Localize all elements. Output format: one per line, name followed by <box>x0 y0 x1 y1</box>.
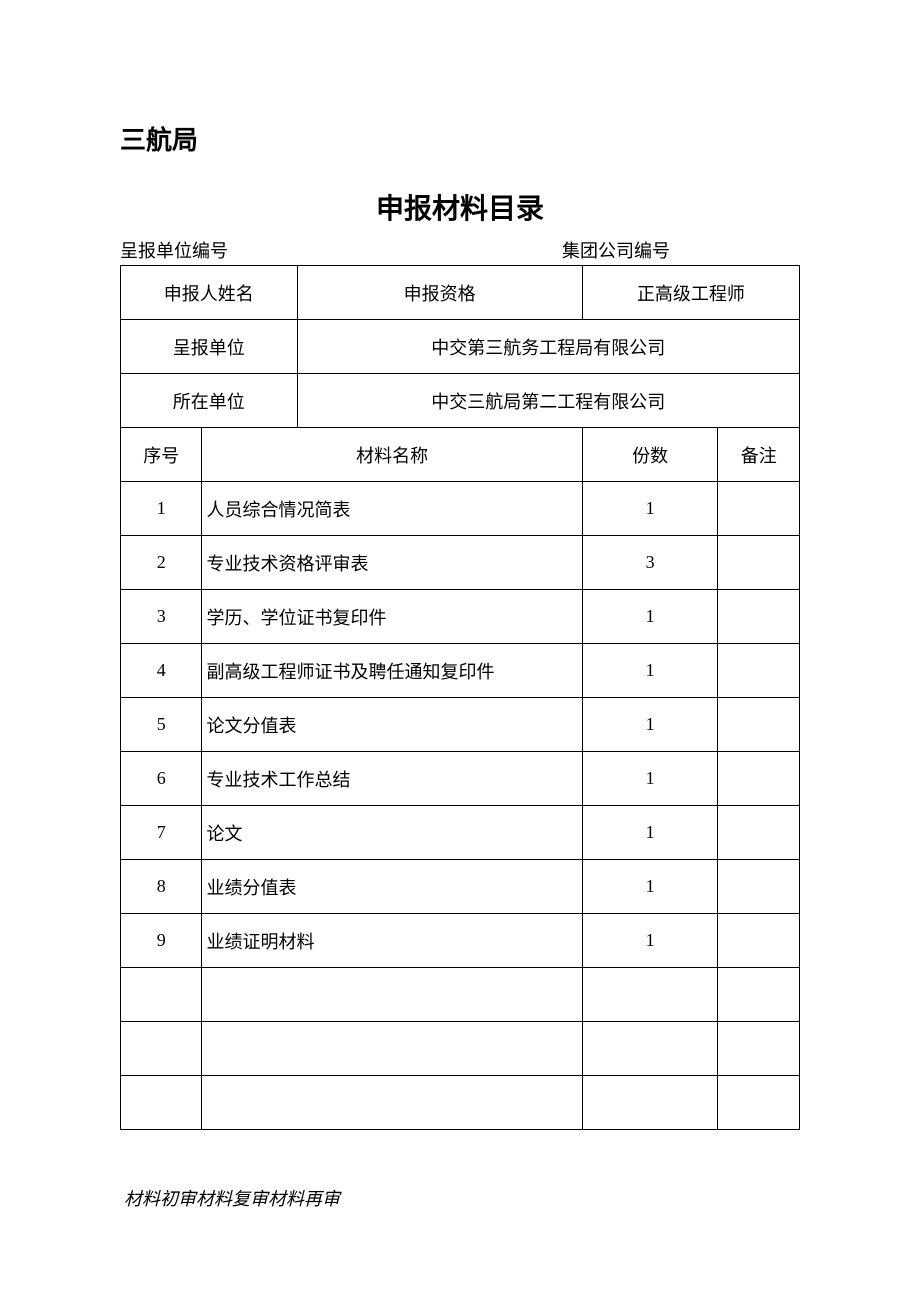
table-row: 1 人员综合情况简表 1 <box>121 482 800 536</box>
table-row: 9 业绩证明材料 1 <box>121 914 800 968</box>
cell-name: 业绩分值表 <box>202 860 582 914</box>
submit-unit-label: 呈报单位 <box>121 320 298 374</box>
materials-table: 申报人姓名 申报资格 正高级工程师 呈报单位 中交第三航务工程局有限公司 所在单… <box>120 265 800 1130</box>
cell-copies: 1 <box>582 914 718 968</box>
cell-copies: 1 <box>582 482 718 536</box>
cell-remark <box>718 1076 800 1130</box>
cell-no <box>121 968 202 1022</box>
cell-copies: 1 <box>582 698 718 752</box>
cell-copies: 1 <box>582 806 718 860</box>
cell-no: 2 <box>121 536 202 590</box>
qualification-label: 申报资格 <box>297 266 582 320</box>
cell-no <box>121 1022 202 1076</box>
col-no: 序号 <box>121 428 202 482</box>
cell-copies: 1 <box>582 860 718 914</box>
document-title: 申报材料目录 <box>120 187 800 227</box>
table-row: 4 副高级工程师证书及聘任通知复印件 1 <box>121 644 800 698</box>
info-row-affiliated-unit: 所在单位 中交三航局第二工程有限公司 <box>121 374 800 428</box>
cell-remark <box>718 860 800 914</box>
cell-name: 学历、学位证书复印件 <box>202 590 582 644</box>
cell-name: 专业技术资格评审表 <box>202 536 582 590</box>
table-row: 7 论文 1 <box>121 806 800 860</box>
cell-copies <box>582 968 718 1022</box>
cell-copies: 3 <box>582 536 718 590</box>
applicant-name-label: 申报人姓名 <box>121 266 298 320</box>
cell-remark <box>718 644 800 698</box>
cell-remark <box>718 590 800 644</box>
cell-name: 副高级工程师证书及聘任通知复印件 <box>202 644 582 698</box>
table-row: 2 专业技术资格评审表 3 <box>121 536 800 590</box>
footer-review-text: 材料初审材料复审材料再审 <box>120 1185 800 1211</box>
qualification-value: 正高级工程师 <box>582 266 799 320</box>
cell-name: 论文分值表 <box>202 698 582 752</box>
info-row-submit-unit: 呈报单位 中交第三航务工程局有限公司 <box>121 320 800 374</box>
cell-copies <box>582 1022 718 1076</box>
col-copies: 份数 <box>582 428 718 482</box>
header-row: 序号 材料名称 份数 备注 <box>121 428 800 482</box>
table-row <box>121 968 800 1022</box>
cell-no: 1 <box>121 482 202 536</box>
cell-no: 9 <box>121 914 202 968</box>
code-row: 呈报单位编号 集团公司编号 <box>120 237 800 263</box>
submit-unit-code-label: 呈报单位编号 <box>120 237 562 263</box>
submit-unit-value: 中交第三航务工程局有限公司 <box>297 320 799 374</box>
cell-no: 7 <box>121 806 202 860</box>
affiliated-unit-label: 所在单位 <box>121 374 298 428</box>
info-row-applicant: 申报人姓名 申报资格 正高级工程师 <box>121 266 800 320</box>
organization-name: 三航局 <box>120 120 800 157</box>
group-company-code-label: 集团公司编号 <box>562 237 800 263</box>
cell-no: 3 <box>121 590 202 644</box>
cell-remark <box>718 482 800 536</box>
cell-remark <box>718 968 800 1022</box>
cell-no: 8 <box>121 860 202 914</box>
cell-remark <box>718 1022 800 1076</box>
col-name: 材料名称 <box>202 428 582 482</box>
cell-name: 专业技术工作总结 <box>202 752 582 806</box>
cell-copies: 1 <box>582 752 718 806</box>
cell-no: 5 <box>121 698 202 752</box>
cell-remark <box>718 536 800 590</box>
cell-name <box>202 1076 582 1130</box>
cell-copies: 1 <box>582 644 718 698</box>
cell-no <box>121 1076 202 1130</box>
cell-name: 论文 <box>202 806 582 860</box>
cell-name <box>202 968 582 1022</box>
table-row <box>121 1022 800 1076</box>
table-row: 8 业绩分值表 1 <box>121 860 800 914</box>
table-row: 5 论文分值表 1 <box>121 698 800 752</box>
cell-remark <box>718 806 800 860</box>
cell-no: 4 <box>121 644 202 698</box>
affiliated-unit-value: 中交三航局第二工程有限公司 <box>297 374 799 428</box>
cell-name: 人员综合情况简表 <box>202 482 582 536</box>
col-remark: 备注 <box>718 428 800 482</box>
cell-copies: 1 <box>582 590 718 644</box>
table-row: 6 专业技术工作总结 1 <box>121 752 800 806</box>
cell-remark <box>718 914 800 968</box>
cell-remark <box>718 698 800 752</box>
table-row <box>121 1076 800 1130</box>
cell-name <box>202 1022 582 1076</box>
table-row: 3 学历、学位证书复印件 1 <box>121 590 800 644</box>
cell-name: 业绩证明材料 <box>202 914 582 968</box>
cell-copies <box>582 1076 718 1130</box>
cell-no: 6 <box>121 752 202 806</box>
cell-remark <box>718 752 800 806</box>
